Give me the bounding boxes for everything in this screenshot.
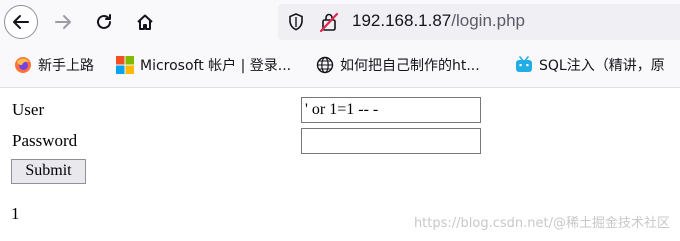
back-arrow-icon — [13, 15, 29, 29]
url-path: /login.php — [451, 11, 525, 30]
bookmarks-toolbar: 新手上路 Microsoft 帐户 | 登录... 如何把自己制作的ht... … — [0, 44, 680, 88]
bookmark-microsoft[interactable]: Microsoft 帐户 | 登录... — [116, 54, 291, 76]
password-input[interactable] — [301, 128, 481, 154]
bilibili-icon — [516, 56, 532, 72]
bookmark-newbie[interactable]: 新手上路 — [14, 54, 94, 76]
insecure-lock-icon[interactable] — [320, 12, 338, 32]
bookmark-sql-injection[interactable]: SQL注入（精讲，原 — [515, 54, 665, 76]
page-content: User ' or 1=1 -- - Password Submit 1 htt… — [0, 88, 680, 241]
globe-icon — [316, 56, 334, 74]
submit-button[interactable]: Submit — [11, 159, 86, 184]
bookmark-label: 新手上路 — [38, 58, 94, 74]
query-result: 1 — [11, 204, 20, 223]
back-button[interactable] — [4, 5, 38, 39]
firefox-icon — [15, 57, 31, 73]
bookmark-html-guide[interactable]: 如何把自己制作的ht... — [316, 54, 480, 76]
address-bar[interactable]: 192.168.1.87/login.php — [278, 4, 680, 40]
browser-toolbar: 192.168.1.87/login.php — [0, 0, 680, 44]
shield-icon[interactable] — [288, 13, 304, 31]
bookmark-label: 如何把自己制作的ht... — [340, 58, 480, 74]
user-input[interactable]: ' or 1=1 -- - — [301, 97, 481, 123]
reload-icon — [97, 14, 111, 29]
home-button[interactable] — [128, 5, 162, 39]
microsoft-logo-icon — [116, 56, 134, 74]
forward-button[interactable] — [46, 5, 80, 39]
watermark: https://blog.csdn.net/@稀土掘金技术社区 — [413, 216, 670, 231]
password-label: Password — [12, 131, 78, 150]
bookmark-label: Microsoft 帐户 | 登录... — [140, 58, 292, 74]
reload-button[interactable] — [87, 5, 121, 39]
home-icon — [137, 14, 153, 30]
url-host: 192.168.1.87 — [352, 11, 452, 30]
user-label: User — [12, 100, 45, 119]
url-text[interactable]: 192.168.1.87/login.php — [352, 11, 525, 31]
forward-arrow-icon — [55, 15, 71, 29]
bookmark-label: SQL注入（精讲，原 — [539, 58, 665, 74]
